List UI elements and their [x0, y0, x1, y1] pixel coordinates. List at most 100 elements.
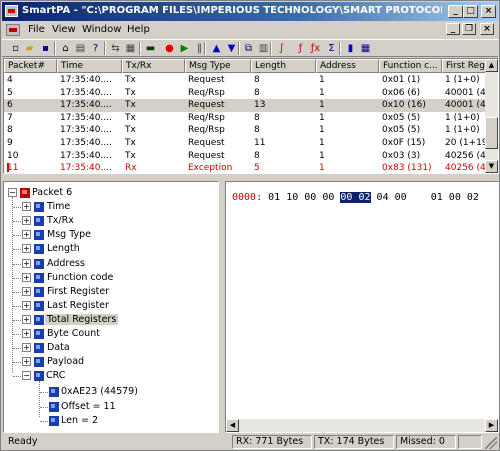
scrollbar-thumb[interactable] — [485, 117, 498, 149]
terminal-icon[interactable]: ▬ — [143, 41, 158, 56]
open-icon[interactable]: ▰ — [22, 41, 37, 56]
home-icon[interactable]: ⌂ — [58, 41, 73, 56]
tree-field-label[interactable]: Function code — [45, 271, 115, 285]
stop-icon[interactable]: ● — [162, 41, 177, 56]
minimize-button[interactable]: _ — [448, 5, 463, 18]
save-icon[interactable]: ▪ — [38, 41, 53, 56]
mdi-close-button[interactable]: × — [480, 23, 494, 35]
tree-expand-toggle[interactable]: + — [22, 244, 31, 254]
tree-field-label[interactable]: Tx/Rx — [45, 214, 76, 228]
tree-expand-toggle[interactable]: + — [22, 258, 31, 268]
hex-bytes-after[interactable]: 04 00 01 00 02 — [377, 192, 479, 203]
tree-collapse-toggle[interactable]: − — [8, 188, 17, 197]
col-function-code[interactable]: Function c... — [379, 59, 442, 73]
maximize-button[interactable]: □ — [463, 5, 478, 18]
col-address[interactable]: Address — [316, 59, 379, 73]
table-row[interactable]: 11 17:35:40.... Rx Exception 5 1 0x83 (131) 402… — [4, 162, 492, 173]
tree-field-label[interactable]: Time — [45, 200, 72, 214]
tree-crc-label[interactable]: CRC — [46, 369, 65, 383]
field-icon — [34, 202, 44, 213]
tree-expand-toggle[interactable]: + — [22, 216, 31, 226]
tree-expand-toggle[interactable]: + — [22, 343, 31, 353]
packet-list-scrollbar[interactable]: ▲ ▼ — [485, 59, 498, 173]
tree-expand-toggle[interactable]: + — [22, 329, 31, 338]
col-txrx[interactable]: Tx/Rx — [122, 59, 185, 73]
tree-collapse-toggle[interactable]: − — [22, 371, 31, 381]
table-row[interactable]: 7 17:35:40.... Tx Req/Rsp 8 1 0x05 (5) 1 (1+0) — [4, 112, 486, 125]
col-length[interactable]: Length — [251, 59, 316, 73]
tree-crc-child[interactable]: Len = 2 — [61, 414, 98, 428]
document-menu-icon[interactable] — [6, 24, 20, 36]
mdi-restore-button[interactable]: ❐ — [462, 23, 476, 35]
settings-icon[interactable]: ▦ — [123, 41, 138, 56]
tree-expand-toggle[interactable]: + — [22, 286, 31, 296]
col-msg-type[interactable]: Msg Type — [185, 59, 251, 73]
col-time[interactable]: Time — [57, 59, 122, 73]
filter-icon[interactable]: ▥ — [256, 41, 271, 56]
close-button[interactable]: × — [481, 5, 496, 18]
tree-field-text: Function code — [47, 271, 114, 283]
title-bar[interactable]: SmartPA - "C:\PROGRAM FILES\IMPERIOUS TE… — [2, 2, 498, 21]
calc-icon[interactable]: Σ — [324, 41, 339, 56]
down-icon[interactable]: ▼ — [224, 41, 239, 56]
table-row[interactable]: 8 17:35:40.... Tx Req/Rsp 8 1 0x05 (5) 1 (1+0) — [4, 124, 486, 137]
tree-expand-toggle[interactable]: + — [22, 300, 31, 310]
hex-bytes-before[interactable]: 01 10 00 00 — [268, 192, 334, 203]
help-icon[interactable]: ? — [88, 41, 103, 56]
pause-icon[interactable]: ‖ — [192, 41, 207, 56]
table-row[interactable]: 10 17:35:40.... Tx Request 8 1 0x03 (3) 40256 (… — [4, 150, 492, 163]
menu-window[interactable]: Window — [82, 23, 121, 37]
tree-field-label[interactable]: Total Registers — [45, 313, 119, 327]
table-cell: 9 — [7, 138, 13, 148]
packet-list[interactable]: Packet# Time Tx/Rx Msg Type Length Address Fun… — [3, 58, 499, 174]
table-cell: 13 — [254, 100, 266, 111]
copy-icon[interactable]: ⧉ — [241, 41, 256, 56]
bars-icon[interactable]: ▮ — [343, 41, 358, 56]
scroll-left-arrow-icon[interactable]: ◀ — [226, 419, 239, 432]
packet-detail-tree[interactable]: − Packet 6 + Time + Tx/Rx + Msg Type + Length + Add… — [3, 181, 219, 433]
table-row[interactable]: 5 17:35:40.... Tx Req/Rsp 8 1 0x06 (6) 40001 (4… — [4, 87, 492, 100]
function-x-icon[interactable]: ƒx — [308, 41, 323, 56]
table-row[interactable]: 6 17:35:40.... Tx Request 13 1 0x10 (16) 40001 … — [4, 99, 492, 112]
grid-icon[interactable]: ▦ — [358, 41, 373, 56]
tree-field-label[interactable]: Length — [45, 242, 82, 256]
tree-field-label[interactable]: Data — [45, 341, 72, 355]
app-logo-icon[interactable] — [5, 5, 18, 17]
function-icon[interactable]: ƒ — [293, 41, 308, 56]
menu-view[interactable]: View — [52, 23, 76, 37]
menu-file[interactable]: File — [28, 23, 45, 37]
tree-expand-toggle[interactable]: + — [22, 230, 31, 240]
tree-field-label[interactable]: Payload — [45, 355, 86, 369]
scroll-right-arrow-icon[interactable]: ▶ — [485, 419, 498, 432]
scroll-up-arrow-icon[interactable]: ▲ — [485, 59, 498, 72]
mdi-minimize-button[interactable]: _ — [446, 23, 460, 35]
field-icon — [34, 357, 44, 368]
curve-icon[interactable]: ∫ — [274, 41, 289, 56]
tree-crc-child[interactable]: Offset = 11 — [61, 400, 116, 414]
tree-field-label[interactable]: Msg Type — [45, 228, 93, 242]
print-icon[interactable]: ▤ — [73, 41, 88, 56]
resize-grip-icon[interactable] — [485, 437, 497, 449]
tree-field-label[interactable]: Address — [45, 257, 87, 271]
connect-icon[interactable]: ⇆ — [108, 41, 123, 56]
tree-field-label[interactable]: Byte Count — [45, 327, 102, 341]
table-row[interactable]: 9 17:35:40.... Tx Request 11 1 0x0F (15) 20 (1+… — [4, 137, 491, 150]
scroll-down-arrow-icon[interactable]: ▼ — [485, 160, 498, 173]
play-icon[interactable]: ▶ — [177, 41, 192, 56]
tree-expand-toggle[interactable]: + — [22, 357, 31, 367]
tree-expand-toggle[interactable]: + — [22, 314, 31, 324]
tree-crc-child[interactable]: 0xAE23 (44579) — [61, 385, 138, 399]
tree-root-label[interactable]: Packet 6 — [32, 186, 72, 200]
tree-expand-toggle[interactable]: + — [22, 202, 31, 212]
up-icon[interactable]: ▲ — [209, 41, 224, 56]
menu-help[interactable]: Help — [127, 23, 150, 37]
table-row[interactable]: 4 17:35:40.... Tx Request 8 1 0x01 (1) 1 (1+0) — [4, 74, 486, 87]
hex-view[interactable]: 0000: 01 10 00 00 00 02 04 00 01 00 02 ◀… — [225, 181, 499, 433]
hex-bytes-selected[interactable]: 00 02 — [340, 192, 371, 203]
col-packet-num[interactable]: Packet# — [4, 59, 57, 73]
hex-view-scrollbar[interactable]: ◀ ▶ — [226, 419, 498, 432]
tree-field-label[interactable]: First Register — [45, 285, 111, 299]
tree-field-label[interactable]: Last Register — [45, 299, 111, 313]
new-icon[interactable]: ▫ — [8, 41, 23, 56]
tree-expand-toggle[interactable]: + — [22, 272, 31, 282]
